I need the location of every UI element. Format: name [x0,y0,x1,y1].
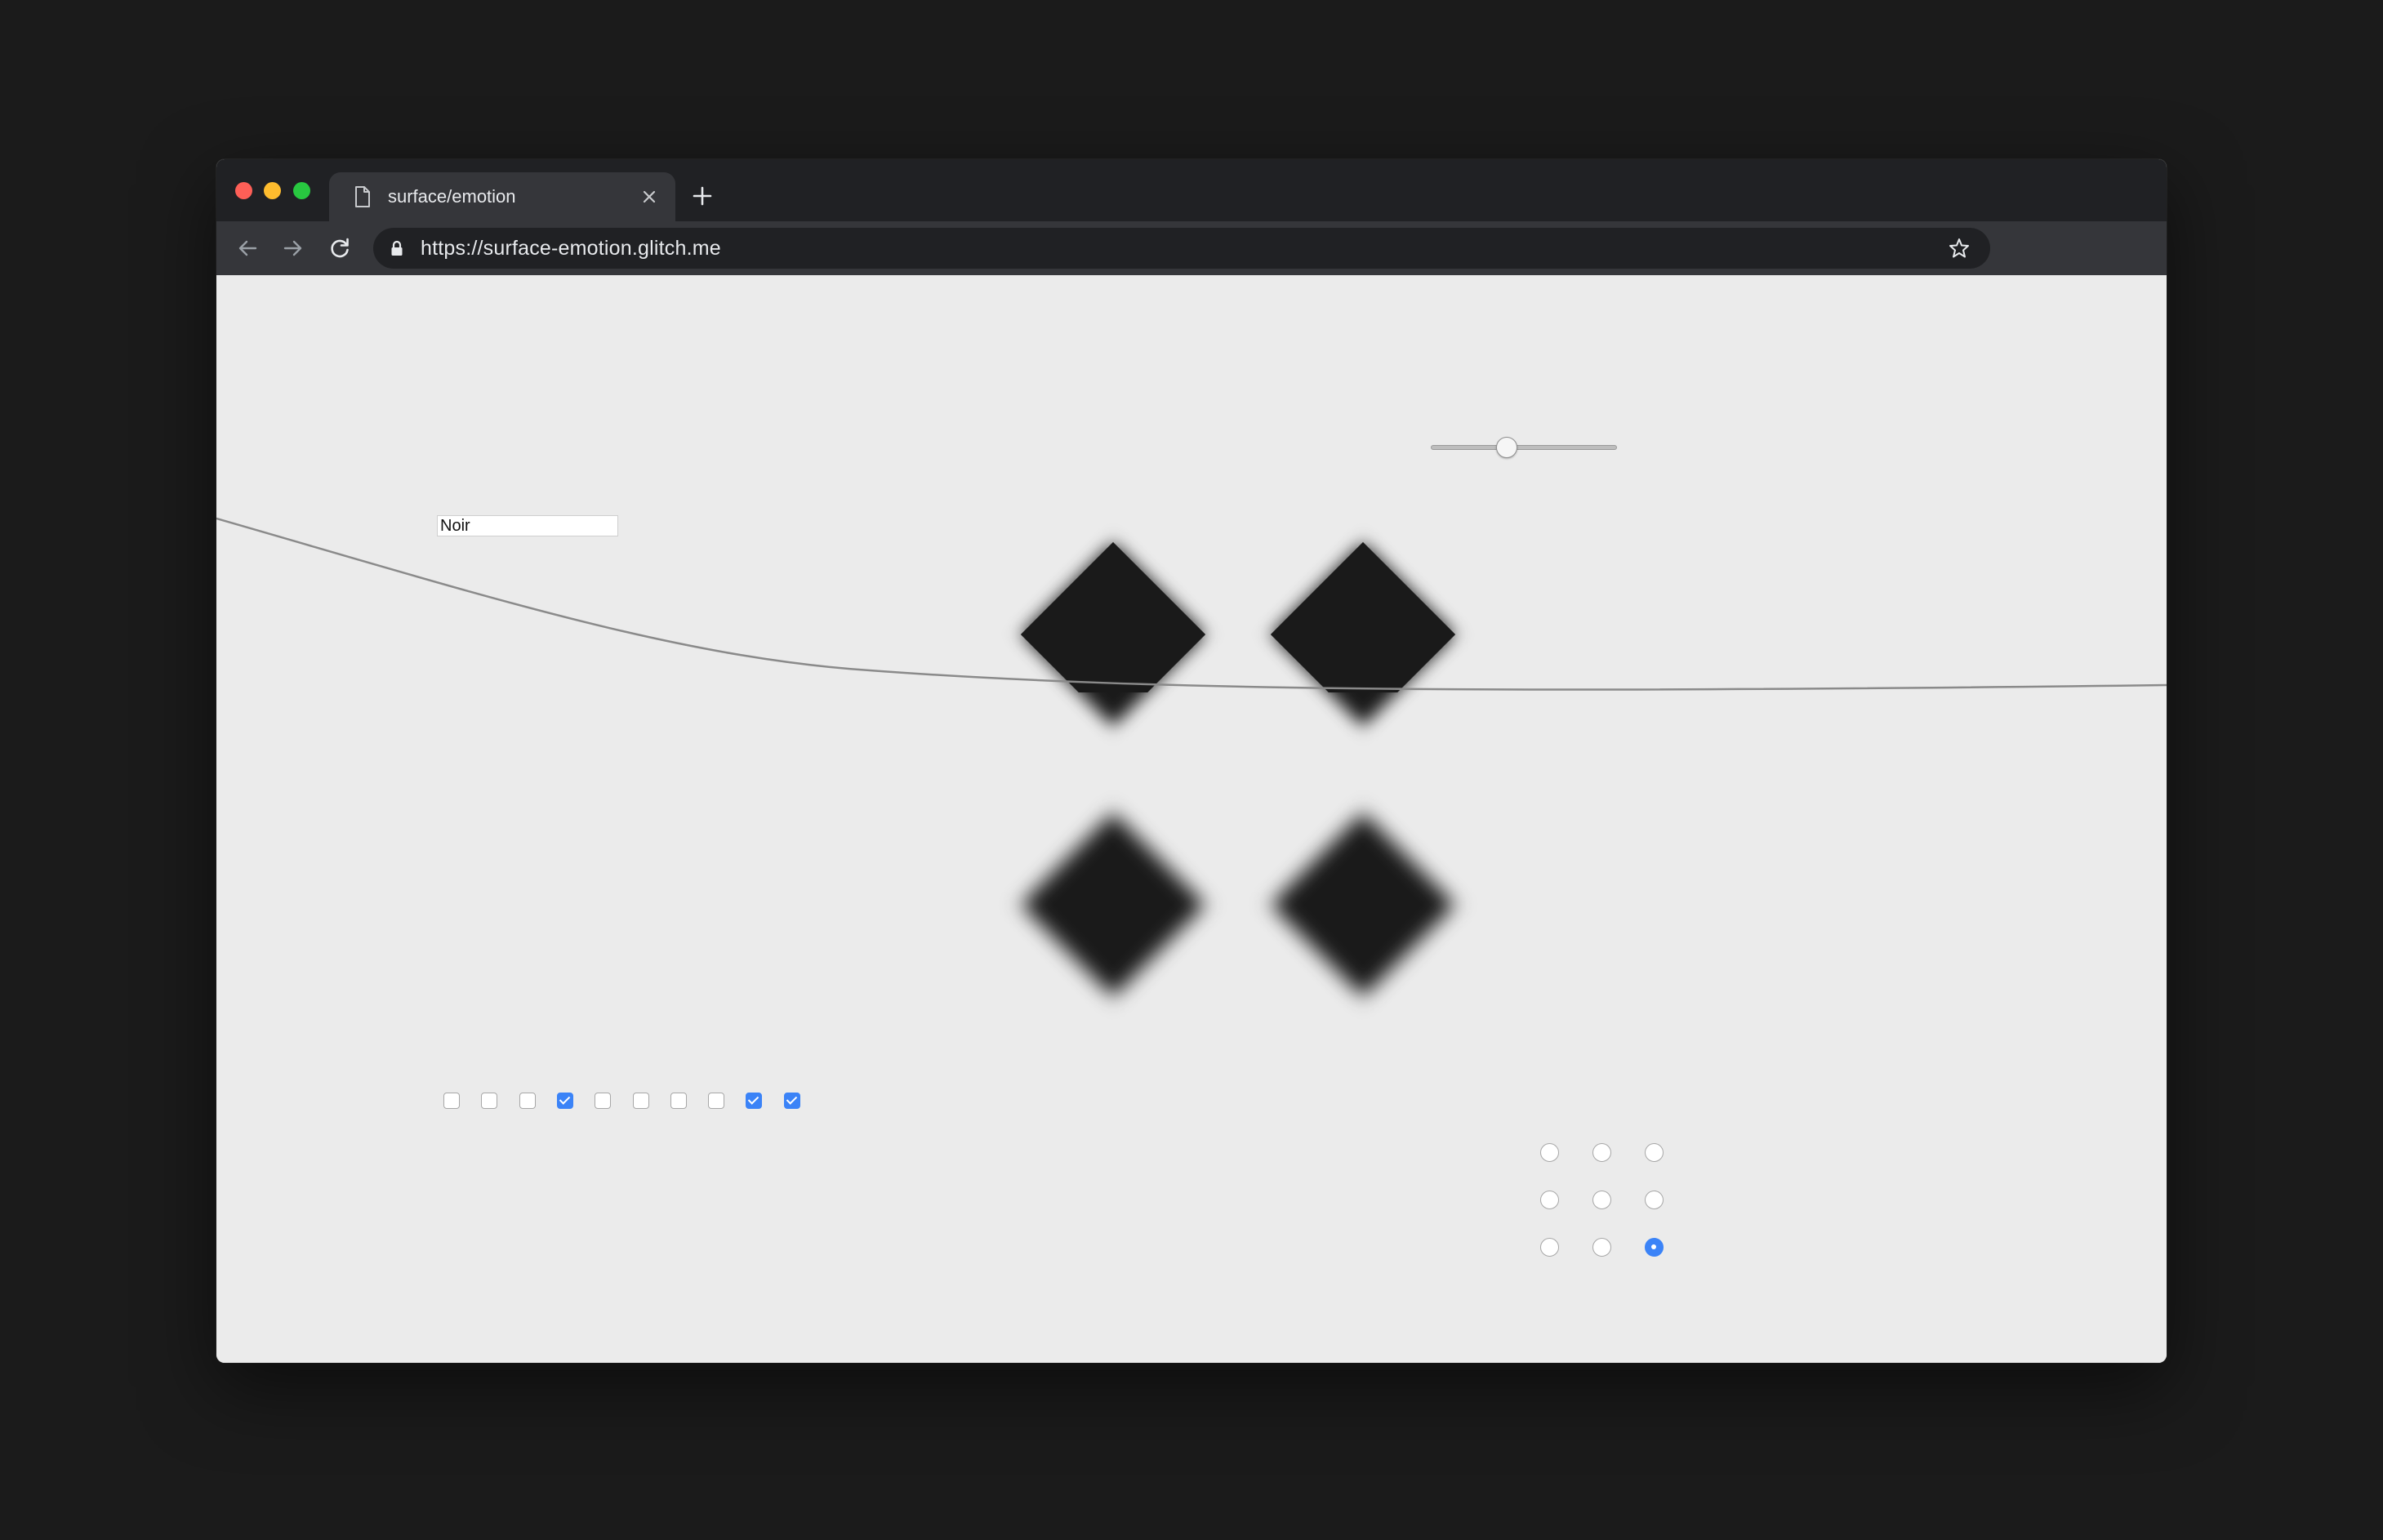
minimize-window-button[interactable] [264,182,281,199]
title-bar: surface/emotion [216,159,2167,221]
close-icon[interactable] [639,187,659,207]
radio-button[interactable] [1645,1143,1664,1162]
url-text[interactable]: https://surface-emotion.glitch.me [421,228,721,269]
address-bar[interactable]: https://surface-emotion.glitch.me [373,228,1990,269]
radio-button[interactable] [1540,1191,1559,1209]
curve-line [216,517,2167,691]
tab-title: surface/emotion [388,186,516,207]
browser-window: surface/emotion https://surface-emotion.… [216,159,2167,1363]
close-window-button[interactable] [235,182,252,199]
radio-button[interactable] [1592,1143,1611,1162]
checkbox[interactable] [443,1093,460,1109]
arrow-right-icon[interactable] [280,235,306,261]
lock-icon[interactable] [390,239,404,257]
radio-button[interactable] [1592,1238,1611,1257]
radio-button[interactable] [1540,1143,1559,1162]
text-input[interactable] [437,515,618,536]
range-slider[interactable] [1431,435,1617,460]
slider-track[interactable] [1431,445,1617,450]
slider-thumb[interactable] [1496,437,1518,458]
checkbox[interactable] [595,1093,611,1109]
maximize-window-button[interactable] [293,182,310,199]
checkbox[interactable] [519,1093,536,1109]
browser-toolbar: https://surface-emotion.glitch.me [216,221,2167,277]
star-icon[interactable] [1948,237,1971,260]
radio-button[interactable] [1540,1238,1559,1257]
checkbox[interactable] [557,1093,573,1109]
checkbox[interactable] [784,1093,800,1109]
plus-icon[interactable] [690,184,715,208]
checkbox[interactable] [633,1093,649,1109]
reload-icon[interactable] [327,235,353,261]
page-content [216,275,2167,1363]
radio-button[interactable] [1645,1191,1664,1209]
checkbox[interactable] [670,1093,687,1109]
tab-surface-emotion[interactable]: surface/emotion [329,172,675,221]
arrow-left-icon[interactable] [234,235,261,261]
checkbox[interactable] [746,1093,762,1109]
document-icon [355,186,370,207]
radio-button[interactable] [1645,1238,1664,1257]
radio-button[interactable] [1592,1191,1611,1209]
checkbox[interactable] [481,1093,497,1109]
checkbox[interactable] [708,1093,724,1109]
